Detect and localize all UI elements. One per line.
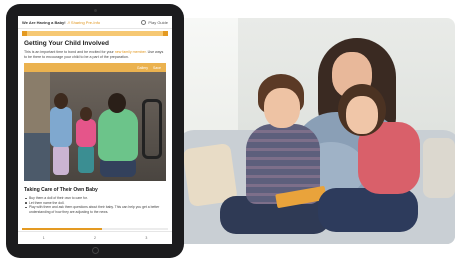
breadcrumb[interactable]: We Are Having a Baby! xyxy=(22,20,66,25)
play-guide-label: Play Guide xyxy=(148,19,168,25)
scene-couch xyxy=(24,133,50,182)
play-guide-button[interactable]: Play Guide xyxy=(141,19,168,25)
photo-girl-legs xyxy=(318,188,418,232)
bottom-nav-item[interactable]: 2 xyxy=(94,236,96,240)
app-header: We Are Having a Baby! // Sharing Pre-Inf… xyxy=(18,16,172,29)
intro-paragraph: This is an important time to bond and be… xyxy=(24,50,166,59)
reading-progress-fill xyxy=(22,228,103,230)
save-button[interactable]: Save xyxy=(153,66,161,70)
camera-icon xyxy=(94,9,97,12)
bottom-nav-item[interactable]: 1 xyxy=(43,236,45,240)
bottom-nav: 1 2 3 xyxy=(18,231,172,244)
tablet-screen: We Are Having a Baby! // Sharing Pre-Inf… xyxy=(18,16,172,244)
prev-section-button[interactable] xyxy=(22,31,27,36)
gear-icon xyxy=(141,19,147,25)
article-image: Gallery Save xyxy=(24,63,166,182)
intro-link[interactable]: new family member. xyxy=(115,50,147,54)
scene-girl xyxy=(50,107,72,148)
tablet-device: We Are Having a Baby! // Sharing Pre-Inf… xyxy=(6,4,184,258)
photo-girl-face xyxy=(346,96,378,134)
tips-list: Buy them a doll of their own to care for… xyxy=(24,196,166,214)
list-item: Play with them and ask them questions ab… xyxy=(24,205,166,214)
intro-text: This is an important time to bond and be… xyxy=(24,50,114,54)
scene-girl xyxy=(76,119,96,148)
scene-girl-legs xyxy=(53,145,69,176)
image-toolbar: Gallery Save xyxy=(24,63,166,73)
hero-photo xyxy=(168,18,455,244)
next-section-button[interactable] xyxy=(163,31,168,36)
page-title: Getting Your Child Involved xyxy=(24,40,109,47)
photo-cushion xyxy=(423,138,455,198)
home-button[interactable] xyxy=(92,247,99,254)
scene-girl-legs xyxy=(78,145,94,174)
reading-progress xyxy=(22,228,168,230)
bottom-nav-item[interactable]: 3 xyxy=(145,236,147,240)
section-heading: Taking Care of Their Own Baby xyxy=(24,187,98,194)
section-nav-bar xyxy=(22,31,168,36)
gallery-button[interactable]: Gallery xyxy=(137,66,148,70)
scene-stroller xyxy=(142,99,162,160)
scene-mother xyxy=(98,109,138,162)
photo-boy-face xyxy=(264,88,300,128)
breadcrumb-current: // Sharing Pre-Info xyxy=(67,19,101,25)
